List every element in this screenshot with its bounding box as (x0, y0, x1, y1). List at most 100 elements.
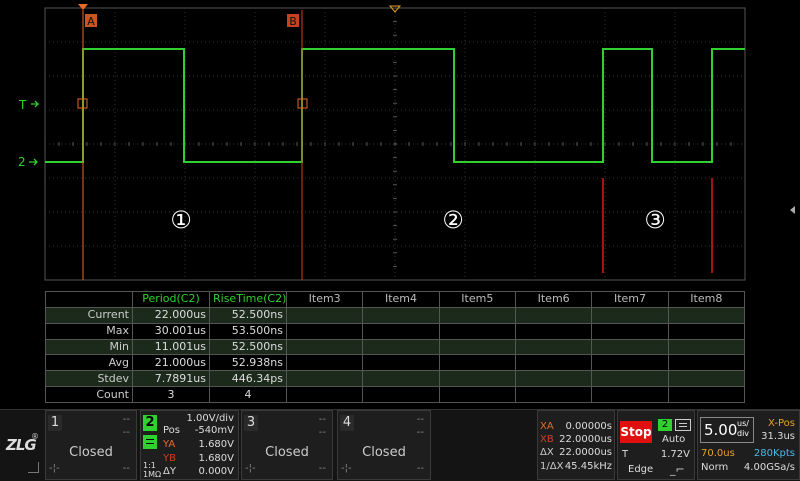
ch4-status: Closed (362, 445, 406, 460)
ch2-number: 2 (143, 415, 157, 431)
table-row: Stdev 7.7891us 446.34ps (45, 370, 746, 388)
trigger-source[interactable]: 2 (658, 419, 672, 431)
xa-label: XA (540, 421, 554, 432)
ch2-coupling-icon (143, 435, 157, 449)
cursor-b-label: B (289, 15, 297, 28)
ch4-scale: -- (416, 414, 424, 425)
risetime-value: 52.500ns (209, 338, 287, 356)
risetime-value: 4 (209, 386, 287, 403)
table-row: Max 30.001us 53.500ns (45, 322, 746, 340)
header-item5[interactable]: Item5 (438, 291, 516, 308)
risetime-value: 52.938ns (209, 354, 287, 372)
period-value: 30.001us (132, 322, 210, 340)
trigger-level-arrow-icon[interactable] (31, 100, 39, 108)
timebase-unit-bottom: div (737, 429, 750, 438)
header-risetime[interactable]: RiseTime(C2) (209, 291, 287, 308)
ch4-coupling-icon: -¦- (341, 463, 352, 474)
ch1-extra: -- (122, 463, 130, 474)
cursor-readout-panel[interactable]: XA 0.00000s XB 22.0000us ΔX 22.0000us 1/… (537, 410, 615, 480)
ch3-status: Closed (265, 445, 309, 460)
ch1-pos: -- (122, 427, 130, 438)
run-trigger-panel[interactable]: Stop 2 Auto T 1.72V Edge _⌐ (617, 410, 695, 480)
timebase-panel[interactable]: 5.00 us/ div X-Pos 31.3us 70.0us 280Kpts… (697, 410, 800, 480)
table-row: Current 22.000us 52.500ns (45, 306, 746, 324)
header-period[interactable]: Period(C2) (132, 291, 210, 308)
ch1-panel[interactable]: 1 -- -- Closed -- -¦- (45, 410, 137, 480)
header-item4[interactable]: Item4 (362, 291, 440, 308)
table-row: Min 11.001us 52.500ns (45, 338, 746, 356)
row-label: Avg (45, 354, 133, 372)
dx-label: ΔX (540, 447, 554, 458)
ch2-pos-value: -540mV (194, 425, 234, 436)
risetime-value: 52.500ns (209, 306, 287, 324)
risetime-value: 53.500ns (209, 322, 287, 340)
ch4-pos: -- (416, 427, 424, 438)
xb-label: XB (540, 434, 554, 445)
measurement-header-row: Period(C2) RiseTime(C2) Item3 Item4 Item… (45, 291, 746, 308)
trigger-level-label: T (18, 98, 27, 112)
cursor-a-label: A (87, 15, 95, 28)
row-label: Stdev (45, 370, 133, 388)
xpos-value: 31.3us (761, 431, 795, 442)
trigger-slope-icon (675, 419, 691, 431)
period-value: 21.000us (132, 354, 210, 372)
acquisition-mode: Norm (701, 462, 729, 473)
ch2-probe-ratio: 1:1 (143, 461, 156, 470)
table-row: Avg 21.000us 52.938ns (45, 354, 746, 372)
risetime-value: 446.34ps (209, 370, 287, 388)
ch4-number: 4 (340, 415, 354, 431)
measurement-table: Period(C2) RiseTime(C2) Item3 Item4 Item… (45, 291, 746, 403)
header-item8[interactable]: Item8 (667, 291, 746, 308)
ch3-panel[interactable]: 3 -- -- Closed -- -¦- (241, 410, 333, 480)
side-panel-arrow-icon[interactable] (790, 206, 795, 214)
inv-dx-value: 45.45kHz (564, 461, 612, 472)
delay-value: 70.0us (701, 448, 735, 459)
ch3-pos: -- (318, 427, 326, 438)
period-value: 7.7891us (132, 370, 210, 388)
row-label: Count (45, 386, 133, 403)
memory-depth: 280Kpts (753, 448, 795, 459)
ch2-offset-arrow-icon[interactable] (29, 158, 38, 166)
ch3-coupling-icon: -¦- (245, 463, 256, 474)
logo: ZLG ® (4, 432, 40, 462)
ch2-yb-value: 1.680V (198, 453, 234, 464)
annotation-1: ① (170, 206, 192, 234)
ch3-extra: -- (318, 463, 326, 474)
row-label: Max (45, 322, 133, 340)
bottom-status-bar: ZLG ® 1 -- -- Closed -- -¦- 2 1.00V/div … (0, 409, 800, 481)
dx-value: 22.0000us (559, 447, 612, 458)
row-label: Current (45, 306, 133, 324)
rising-edge-icon: _⌐ (670, 463, 685, 476)
ch2-offset-label: 2 (18, 155, 26, 169)
xa-value: 0.00000s (565, 421, 612, 432)
period-value: 11.001us (132, 338, 210, 356)
trigger-type: Edge (628, 464, 654, 475)
period-value: 22.000us (132, 306, 210, 324)
trigger-mode: Auto (662, 434, 686, 445)
ch2-dy-value: 0.000V (198, 466, 234, 477)
ch2-panel[interactable]: 2 1.00V/div Pos -540mV YA 1.680V YB 1.68… (140, 410, 239, 480)
timebase-scale: 5.00 (704, 421, 738, 439)
ch1-scale: -- (122, 414, 130, 425)
xb-value: 22.0000us (559, 434, 612, 445)
scope-display: A B T 2 ① ② ③ (18, 4, 795, 281)
ch4-panel[interactable]: 4 -- -- Closed -- -¦- (337, 410, 431, 480)
ch4-extra: -- (416, 463, 424, 474)
registered-icon: ® (31, 432, 39, 441)
ch2-impedance: 1MΩ (143, 470, 162, 479)
run-stop-button[interactable]: Stop (620, 421, 652, 443)
row-label: Min (45, 338, 133, 356)
table-row: Count 3 4 (45, 386, 746, 403)
header-item7[interactable]: Item7 (591, 291, 669, 308)
header-item3[interactable]: Item3 (285, 291, 364, 308)
ch2-yb-label: YB (163, 453, 176, 464)
ch1-status: Closed (69, 445, 113, 460)
resize-grip-icon (28, 462, 39, 473)
ch1-number: 1 (48, 415, 62, 431)
ch2-vertical-scale: 1.00V/div (186, 413, 234, 424)
xpos-label: X-Pos (768, 418, 795, 429)
inv-dx-label: 1/ΔX (540, 461, 564, 472)
header-item6[interactable]: Item6 (514, 291, 593, 308)
annotation-3: ③ (644, 206, 666, 234)
timebase-scale-box[interactable]: 5.00 us/ div (700, 417, 754, 443)
